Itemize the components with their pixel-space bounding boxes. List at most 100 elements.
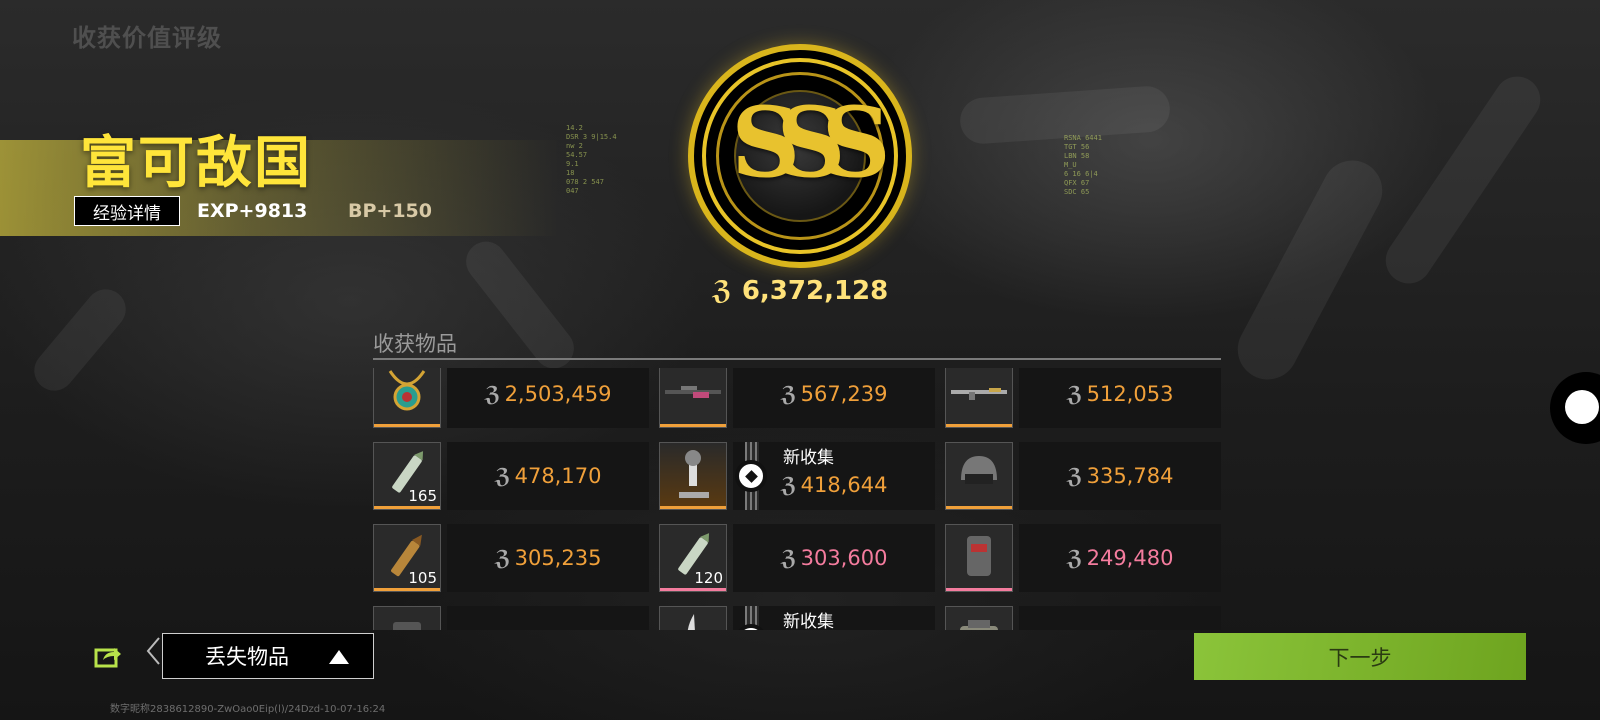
currency-icon: ℨ bbox=[484, 382, 501, 406]
item-count: 120 bbox=[694, 569, 723, 587]
item-card[interactable] bbox=[373, 606, 649, 630]
item-value-box: ℨ 2,503,459 bbox=[447, 368, 649, 428]
item-value: 418,644 bbox=[800, 473, 888, 497]
item-thumbnail bbox=[659, 442, 727, 510]
currency-icon: ℨ bbox=[494, 464, 511, 488]
items-grid: ℨ 2,503,459 ℨ 567,239 ℨ 512,053 165 ℨ 478,170 新收集… bbox=[373, 368, 1221, 630]
item-card[interactable]: 165 ℨ 478,170 bbox=[373, 442, 649, 510]
item-thumbnail bbox=[659, 606, 727, 630]
hud-line: 18 bbox=[566, 169, 575, 177]
assault-rifle-icon bbox=[949, 382, 1009, 406]
exp-detail-button[interactable]: 经验详情 bbox=[74, 196, 180, 226]
item-card[interactable]: ℨ 335,784 bbox=[945, 442, 1221, 510]
rarity-bar bbox=[946, 588, 1012, 591]
microscope-icon bbox=[671, 446, 715, 506]
rarity-bar bbox=[374, 588, 440, 591]
triangle-up-icon bbox=[329, 650, 349, 664]
vest-icon bbox=[385, 612, 429, 630]
circle-icon bbox=[1565, 390, 1599, 424]
lost-items-label: 丢失物品 bbox=[205, 645, 289, 669]
items-grid-viewport[interactable]: ℨ 2,503,459 ℨ 567,239 ℨ 512,053 165 ℨ 478,170 新收集… bbox=[373, 368, 1221, 630]
item-thumbnail bbox=[945, 442, 1013, 510]
item-card[interactable]: 新收集 bbox=[659, 606, 935, 630]
hud-line: 078 2 547 bbox=[566, 178, 604, 186]
hud-line: TGT 56 bbox=[1064, 143, 1090, 151]
rating-title: 富可敌国 bbox=[80, 131, 312, 196]
currency-icon: ℨ bbox=[712, 276, 732, 306]
item-value-box: ℨ 478,170 bbox=[447, 442, 649, 510]
currency-icon: ℨ bbox=[1066, 382, 1083, 406]
item-card[interactable]: ℨ 512,053 bbox=[945, 368, 1221, 428]
item-value: 335,784 bbox=[1086, 464, 1174, 488]
new-collection-label: 新收集 bbox=[783, 612, 834, 630]
hud-line: 14.2 bbox=[566, 124, 583, 132]
body-armor-icon bbox=[959, 528, 999, 588]
item-card[interactable]: ℨ 567,239 bbox=[659, 368, 935, 428]
item-thumbnail bbox=[945, 368, 1013, 428]
hud-readout-left: 14.2 DSR 3 9|15.4 nw 2 54.57 9.1 18 078 2 547 0… bbox=[566, 124, 617, 196]
item-thumbnail bbox=[659, 368, 727, 428]
hud-line: RSNA 6441 bbox=[1064, 134, 1102, 142]
item-thumbnail: 105 bbox=[373, 524, 441, 592]
item-value-box: 新收集 ℨ 418,644 bbox=[733, 442, 935, 510]
item-card[interactable]: 105 ℨ 305,235 bbox=[373, 524, 649, 592]
item-value: 478,170 bbox=[514, 464, 602, 488]
item-value: 305,235 bbox=[514, 546, 602, 570]
item-thumbnail bbox=[945, 524, 1013, 592]
currency-icon: ℨ bbox=[494, 546, 511, 570]
currency-icon: ℨ bbox=[1066, 546, 1083, 570]
bg-bullet-shape bbox=[1227, 149, 1393, 391]
hud-line: QFX 67 bbox=[1064, 179, 1090, 187]
item-card[interactable]: ℨ 249,480 bbox=[945, 524, 1221, 592]
item-value-box: ℨ 567,239 bbox=[733, 368, 935, 428]
sniper-rifle-icon bbox=[663, 382, 723, 406]
currency-icon: ℨ bbox=[780, 546, 797, 570]
exp-gain: EXP+9813 bbox=[197, 200, 308, 222]
grade-emblem: SSS bbox=[688, 44, 912, 268]
hud-line: M_U bbox=[1064, 161, 1077, 169]
bg-bullet-shape bbox=[458, 233, 582, 377]
bg-bullet-shape bbox=[26, 281, 134, 399]
item-count: 165 bbox=[408, 487, 437, 505]
rarity-bar bbox=[660, 424, 726, 427]
lost-items-button[interactable]: 丢失物品 bbox=[162, 633, 374, 679]
rarity-bar bbox=[946, 424, 1012, 427]
hud-readout-right: RSNA 6441 TGT 56 LBN 58 M_U 6 16 6|4 QFX 67 SD… bbox=[1064, 134, 1102, 197]
total-value: ℨ 6,372,128 bbox=[712, 276, 888, 306]
item-card[interactable]: 新收集 ℨ 418,644 bbox=[659, 442, 935, 510]
item-card[interactable]: 120 ℨ 303,600 bbox=[659, 524, 935, 592]
next-button[interactable]: 下一步 bbox=[1194, 633, 1526, 680]
item-value-box: ℨ 335,784 bbox=[1019, 442, 1221, 510]
hud-line: 54.57 bbox=[566, 151, 588, 159]
new-badge-icon bbox=[735, 624, 767, 630]
item-value-box: ℨ 512,053 bbox=[1019, 368, 1221, 428]
hud-line: LBN 58 bbox=[1064, 152, 1090, 160]
item-value-box: ℨ 303,600 bbox=[733, 524, 935, 592]
backpack-icon bbox=[954, 616, 1004, 630]
item-value-box: 新收集 bbox=[733, 606, 935, 630]
rarity-bar bbox=[660, 588, 726, 591]
chevron-left-icon bbox=[146, 637, 160, 665]
share-icon[interactable] bbox=[94, 644, 122, 668]
helmet-icon bbox=[955, 450, 1003, 502]
item-value: 512,053 bbox=[1086, 382, 1174, 406]
grade-letters: SSS bbox=[731, 86, 891, 199]
item-thumbnail bbox=[373, 368, 441, 428]
currency-icon: ℨ bbox=[1066, 464, 1083, 488]
item-value-box bbox=[1019, 606, 1221, 630]
item-card[interactable] bbox=[945, 606, 1221, 630]
items-section-label: 收获物品 bbox=[373, 332, 457, 356]
currency-icon: ℨ bbox=[780, 382, 797, 406]
hud-line: nw 2 bbox=[566, 142, 583, 150]
item-value: 567,239 bbox=[800, 382, 888, 406]
rarity-bar bbox=[660, 506, 726, 509]
new-collection-label: 新收集 bbox=[783, 448, 834, 468]
new-badge-icon bbox=[735, 460, 767, 492]
rating-section-title: 收获价值评级 bbox=[72, 24, 222, 52]
item-card[interactable]: ℨ 2,503,459 bbox=[373, 368, 649, 428]
item-value-box: ℨ 249,480 bbox=[1019, 524, 1221, 592]
item-value: 249,480 bbox=[1086, 546, 1174, 570]
knife-icon bbox=[678, 610, 708, 630]
hud-line: 047 bbox=[566, 187, 579, 195]
rarity-bar bbox=[374, 424, 440, 427]
